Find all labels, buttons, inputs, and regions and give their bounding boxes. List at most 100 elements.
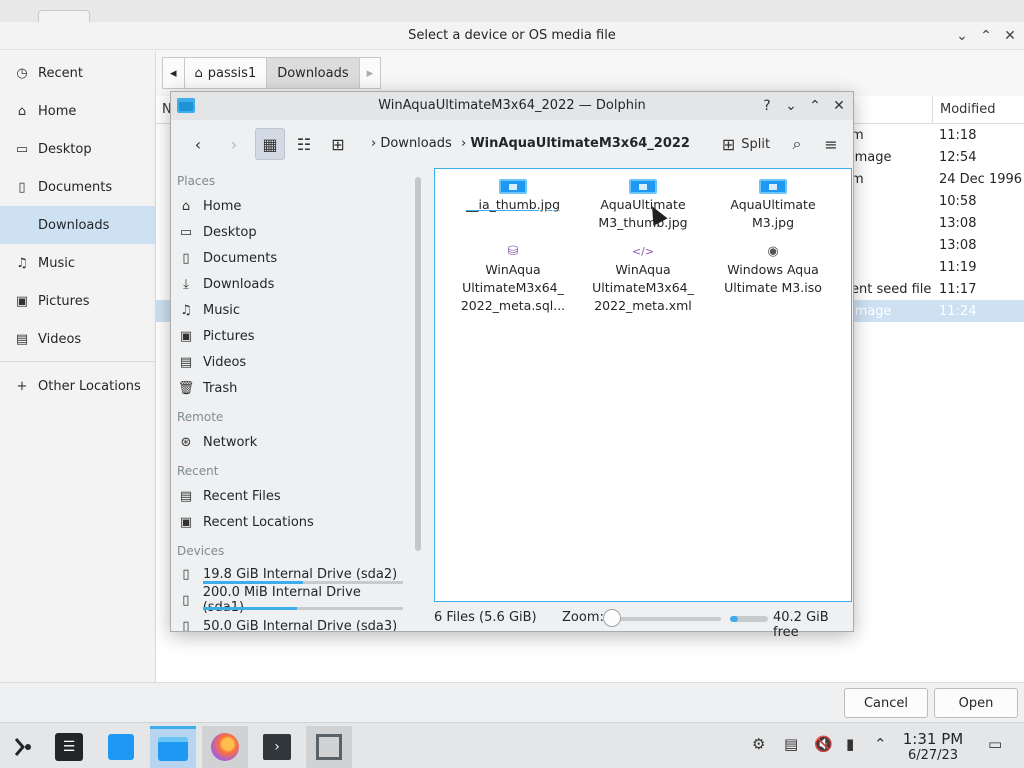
firefox-task[interactable]	[202, 726, 248, 768]
compact-view-button[interactable]: ☷	[289, 128, 319, 160]
steam-deck-logo-icon	[14, 738, 31, 756]
zoom-slider-track[interactable]	[611, 617, 721, 621]
file-item[interactable]: ⛁ WinAqua UltimateM3x64_ 2022_meta.sql..…	[453, 243, 573, 315]
places-item-videos[interactable]: ▤ Videos	[177, 350, 403, 374]
plus-icon: +	[16, 378, 28, 394]
search-button[interactable]: ⌕	[783, 128, 811, 160]
places-item-music[interactable]: ♫ Music	[177, 298, 403, 322]
dialog-titlebar: Select a device or OS media file ⌄ ⌃ ✕	[0, 22, 1024, 50]
back-button[interactable]: ‹	[183, 128, 213, 160]
chevron-up-icon[interactable]: ⌃	[874, 735, 887, 753]
terminal-icon: ›	[263, 734, 291, 760]
sidebar-item-pictures[interactable]: ▣ Pictures	[0, 282, 155, 320]
dolphin-toolbar: ‹ › ▦ ☷ ⊞ › Downloads › WinAquaUltimateM…	[171, 122, 853, 166]
places-item-downloads[interactable]: ⤓ Downloads	[177, 272, 403, 296]
battery-icon[interactable]: ▮	[846, 735, 854, 753]
download-icon: ⤓	[183, 276, 189, 292]
clock[interactable]: 1:31 PM 6/27/23	[898, 731, 968, 764]
details-view-button[interactable]: ⊞	[323, 128, 353, 160]
recent-files-icon: ▤	[179, 488, 193, 504]
help-icon[interactable]: ?	[757, 96, 777, 116]
menu-button[interactable]: ≡	[817, 128, 845, 160]
forward-button[interactable]: ›	[219, 128, 249, 160]
app-launcher-button[interactable]	[0, 726, 46, 768]
file-item[interactable]: AquaUltimate M3.jpg	[713, 179, 833, 232]
dolphin-task[interactable]	[150, 726, 196, 768]
breadcrumb-current-folder[interactable]: › WinAquaUltimateM3x64_2022	[461, 136, 690, 151]
chevron-left-icon: ‹	[194, 134, 202, 154]
network-icon: ⊛	[180, 434, 192, 450]
show-desktop-icon[interactable]: ▭	[988, 735, 1002, 753]
system-settings-launcher[interactable]: ☰	[46, 726, 92, 768]
places-item-documents[interactable]: ▯ Documents	[177, 246, 403, 270]
maximize-icon[interactable]: ⌃	[805, 96, 825, 116]
file-view[interactable]: __ia_thumb.jpg AquaUltimate M3_thumb.jpg…	[434, 168, 852, 602]
places-item-pictures[interactable]: ▣ Pictures	[177, 324, 403, 348]
clipboard-icon[interactable]: ▤	[784, 735, 798, 753]
dialog-sidebar: ◷ Recent ⌂ Home ▭ Desktop ▯ Documents Downlo…	[0, 51, 156, 682]
file-item[interactable]: __ia_thumb.jpg	[453, 179, 573, 214]
file-item[interactable]: </> WinAqua UltimateM3x64_ 2022_meta.xml	[583, 243, 703, 315]
section-header-recent: Recent	[177, 464, 219, 478]
places-item-home[interactable]: ⌂ Home	[177, 194, 403, 218]
hamburger-menu-icon: ≡	[824, 134, 838, 154]
close-icon[interactable]: ✕	[1000, 26, 1020, 46]
chevron-down-icon[interactable]: ⌄	[952, 26, 972, 46]
picture-icon: ▣	[179, 328, 193, 344]
chevron-up-icon[interactable]: ⌃	[976, 26, 996, 46]
konsole-launcher[interactable]: ›	[254, 726, 300, 768]
path-button-downloads[interactable]: Downloads	[266, 57, 360, 89]
sidebar-item-recent[interactable]: ◷ Recent	[0, 54, 155, 92]
file-name: 2022_meta.xml	[594, 298, 692, 313]
steam-tray-icon[interactable]: ⚙	[752, 735, 765, 753]
discover-launcher[interactable]	[98, 726, 144, 768]
zoom-slider-handle[interactable]	[603, 609, 621, 627]
column-header-modified[interactable]: Modified	[932, 96, 1024, 124]
music-icon: ♫	[180, 302, 192, 318]
search-icon: ⌕	[792, 134, 802, 153]
file-item[interactable]: AquaUltimate M3_thumb.jpg	[583, 179, 703, 232]
path-forward-button[interactable]: ▸	[358, 57, 382, 89]
drive-icon: ▯	[182, 566, 190, 582]
sidebar-item-downloads[interactable]: Downloads	[0, 206, 155, 244]
picture-icon: ▣	[15, 293, 29, 309]
sidebar-item-desktop[interactable]: ▭ Desktop	[0, 130, 155, 168]
recent-locations-icon: ▣	[179, 514, 193, 530]
sidebar-item-videos[interactable]: ▤ Videos	[0, 320, 155, 358]
open-button[interactable]: Open	[934, 688, 1018, 718]
list-item-modified: 11:19	[939, 260, 977, 275]
settings-sliders-icon: ☰	[55, 733, 83, 761]
sidebar-item-home[interactable]: ⌂ Home	[0, 92, 155, 130]
places-scrollbar[interactable]	[415, 177, 421, 551]
places-item-desktop[interactable]: ▭ Desktop	[177, 220, 403, 244]
close-icon[interactable]: ✕	[829, 96, 849, 116]
places-item-trash[interactable]: 🗑 Trash	[177, 376, 403, 400]
file-item[interactable]: ◉ Windows Aqua Ultimate M3.iso	[713, 243, 833, 297]
image-thumbnail-icon	[759, 179, 787, 194]
dialog-title: Select a device or OS media file	[408, 28, 616, 43]
places-item-network[interactable]: ⊛ Network	[177, 430, 403, 454]
places-item-recent-locations[interactable]: ▣ Recent Locations	[177, 510, 403, 534]
cancel-button[interactable]: Cancel	[844, 688, 928, 718]
taskbar: ☰ › ⚙ ▤ 🔇 ▮ ⌃ 1:31 PM 6/27/23 ▭	[0, 722, 1024, 768]
path-button-home[interactable]: ⌂ passis1	[183, 57, 268, 89]
list-item-type: image	[851, 304, 892, 319]
places-item-recent-files[interactable]: ▤ Recent Files	[177, 484, 403, 508]
split-button[interactable]: ⊞ Split	[717, 128, 775, 160]
document-icon: ▯	[182, 250, 190, 266]
database-icon: ⛁	[507, 244, 519, 259]
list-item-modified: 11:18	[939, 128, 977, 143]
volume-muted-icon[interactable]: 🔇	[814, 735, 833, 753]
sidebar-item-documents[interactable]: ▯ Documents	[0, 168, 155, 206]
screenshot-task[interactable]	[306, 726, 352, 768]
xml-code-icon: </>	[631, 245, 655, 258]
breadcrumb-downloads[interactable]: › Downloads	[371, 136, 452, 151]
compact-list-icon: ☷	[296, 134, 312, 154]
sidebar-item-other-locations[interactable]: + Other Locations	[0, 367, 155, 405]
path-back-button[interactable]: ◂	[162, 57, 185, 89]
minimize-icon[interactable]: ⌄	[781, 96, 801, 116]
sidebar-item-music[interactable]: ♫ Music	[0, 244, 155, 282]
icons-view-button[interactable]: ▦	[255, 128, 285, 160]
video-icon: ▤	[179, 354, 193, 370]
background-tab[interactable]	[38, 10, 90, 22]
